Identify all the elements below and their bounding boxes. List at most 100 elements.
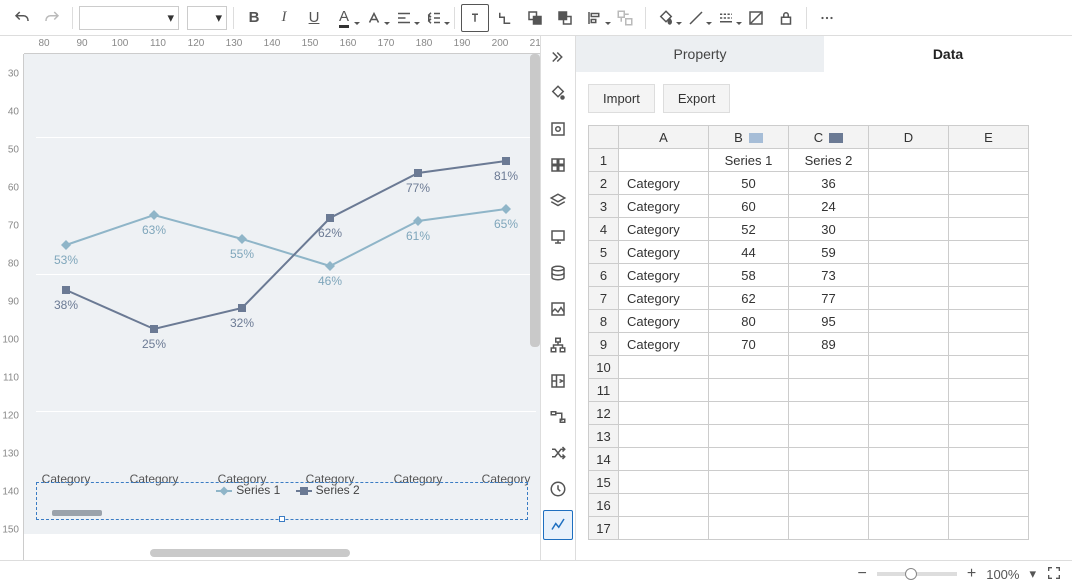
grid-cell[interactable]: 30 [789, 218, 869, 241]
grid-cell[interactable] [949, 356, 1029, 379]
grid-cell[interactable] [949, 471, 1029, 494]
grid-cell[interactable] [869, 471, 949, 494]
selection-handle[interactable] [279, 516, 285, 522]
grid-cell[interactable] [869, 195, 949, 218]
grid-cell[interactable] [949, 402, 1029, 425]
grid-cell[interactable] [789, 356, 869, 379]
grid-cell[interactable] [709, 356, 789, 379]
grid-cell[interactable] [869, 402, 949, 425]
grid-icon[interactable] [543, 150, 573, 180]
col-header-C[interactable]: C [789, 126, 869, 149]
grid-cell[interactable] [709, 425, 789, 448]
legend-selection-box[interactable]: Series 1 Series 2 [36, 482, 528, 520]
grid-cell[interactable] [709, 402, 789, 425]
bold-button[interactable]: B [240, 4, 268, 32]
grid-cell[interactable] [789, 425, 869, 448]
grid-cell[interactable] [869, 333, 949, 356]
row-header[interactable]: 3 [589, 195, 619, 218]
grid-cell[interactable] [949, 494, 1029, 517]
grid-cell[interactable] [619, 517, 709, 540]
grid-cell[interactable]: 60 [709, 195, 789, 218]
grid-cell[interactable] [789, 402, 869, 425]
grid-cell[interactable]: 80 [709, 310, 789, 333]
fullscreen-button[interactable] [1046, 565, 1062, 584]
grid-cell[interactable]: Category [619, 264, 709, 287]
italic-button[interactable]: I [270, 4, 298, 32]
grid-cell[interactable] [619, 402, 709, 425]
fill-tool-icon[interactable] [543, 78, 573, 108]
data-grid[interactable]: ABCDE1Series 1Series 22Category50363Cate… [588, 125, 1029, 540]
align-button[interactable] [390, 4, 418, 32]
row-header[interactable]: 16 [589, 494, 619, 517]
horizontal-scrollbar[interactable] [150, 549, 350, 557]
inner-scroll[interactable] [52, 510, 102, 516]
grid-cell[interactable] [709, 448, 789, 471]
grid-cell[interactable]: Series 2 [789, 149, 869, 172]
grid-cell[interactable] [869, 356, 949, 379]
row-header[interactable]: 13 [589, 425, 619, 448]
grid-cell[interactable] [869, 379, 949, 402]
connector-button[interactable] [491, 4, 519, 32]
font-size-select[interactable]: ▾ [187, 6, 227, 30]
grid-cell[interactable] [619, 356, 709, 379]
row-header[interactable]: 7 [589, 287, 619, 310]
grid-cell[interactable]: Category [619, 333, 709, 356]
history-icon[interactable] [543, 474, 573, 504]
row-header[interactable]: 4 [589, 218, 619, 241]
grid-cell[interactable]: Category [619, 310, 709, 333]
col-header-D[interactable]: D [869, 126, 949, 149]
col-header-B[interactable]: B [709, 126, 789, 149]
grid-cell[interactable] [709, 494, 789, 517]
presentation-icon[interactable] [543, 222, 573, 252]
grid-cell[interactable] [619, 149, 709, 172]
expand-icon[interactable] [543, 366, 573, 396]
grid-cell[interactable] [869, 264, 949, 287]
chart-canvas[interactable]: Category53%38%Category63%25%Category55%3… [24, 54, 540, 534]
col-header-A[interactable]: A [619, 126, 709, 149]
row-header[interactable]: 2 [589, 172, 619, 195]
zoom-slider[interactable] [877, 572, 957, 576]
grid-cell[interactable] [619, 425, 709, 448]
grid-cell[interactable] [619, 448, 709, 471]
undo-button[interactable] [8, 4, 36, 32]
group-button[interactable] [611, 4, 639, 32]
grid-cell[interactable] [869, 241, 949, 264]
grid-cell[interactable]: 89 [789, 333, 869, 356]
grid-cell[interactable]: 50 [709, 172, 789, 195]
row-header[interactable]: 10 [589, 356, 619, 379]
line-spacing-button[interactable] [420, 4, 448, 32]
grid-cell[interactable] [949, 149, 1029, 172]
grid-cell[interactable] [789, 494, 869, 517]
grid-cell[interactable]: 24 [789, 195, 869, 218]
row-header[interactable]: 5 [589, 241, 619, 264]
more-button[interactable] [813, 4, 841, 32]
row-header[interactable]: 8 [589, 310, 619, 333]
grid-cell[interactable] [949, 218, 1029, 241]
grid-cell[interactable]: Category [619, 195, 709, 218]
grid-cell[interactable] [949, 310, 1029, 333]
row-header[interactable]: 12 [589, 402, 619, 425]
font-family-select[interactable]: ▾ [79, 6, 179, 30]
line-style-button[interactable] [712, 4, 740, 32]
grid-cell[interactable]: 95 [789, 310, 869, 333]
shuffle-icon[interactable] [543, 438, 573, 468]
grid-cell[interactable] [949, 264, 1029, 287]
align-objects-button[interactable] [581, 4, 609, 32]
lock-button[interactable] [772, 4, 800, 32]
grid-cell[interactable] [949, 379, 1029, 402]
image-icon[interactable] [543, 294, 573, 324]
grid-cell[interactable] [869, 149, 949, 172]
settings-icon[interactable] [543, 114, 573, 144]
grid-cell[interactable]: Category [619, 241, 709, 264]
vertical-scrollbar[interactable] [530, 54, 540, 347]
grid-cell[interactable]: 59 [789, 241, 869, 264]
tab-property[interactable]: Property [576, 36, 824, 72]
grid-cell[interactable]: Series 1 [709, 149, 789, 172]
collapse-panel-button[interactable] [543, 42, 573, 72]
chart-plot-area[interactable]: Category53%38%Category63%25%Category55%3… [36, 84, 536, 464]
grid-cell[interactable] [949, 287, 1029, 310]
grid-cell[interactable] [869, 448, 949, 471]
row-header[interactable]: 15 [589, 471, 619, 494]
grid-cell[interactable] [789, 517, 869, 540]
tab-data[interactable]: Data [824, 36, 1072, 72]
